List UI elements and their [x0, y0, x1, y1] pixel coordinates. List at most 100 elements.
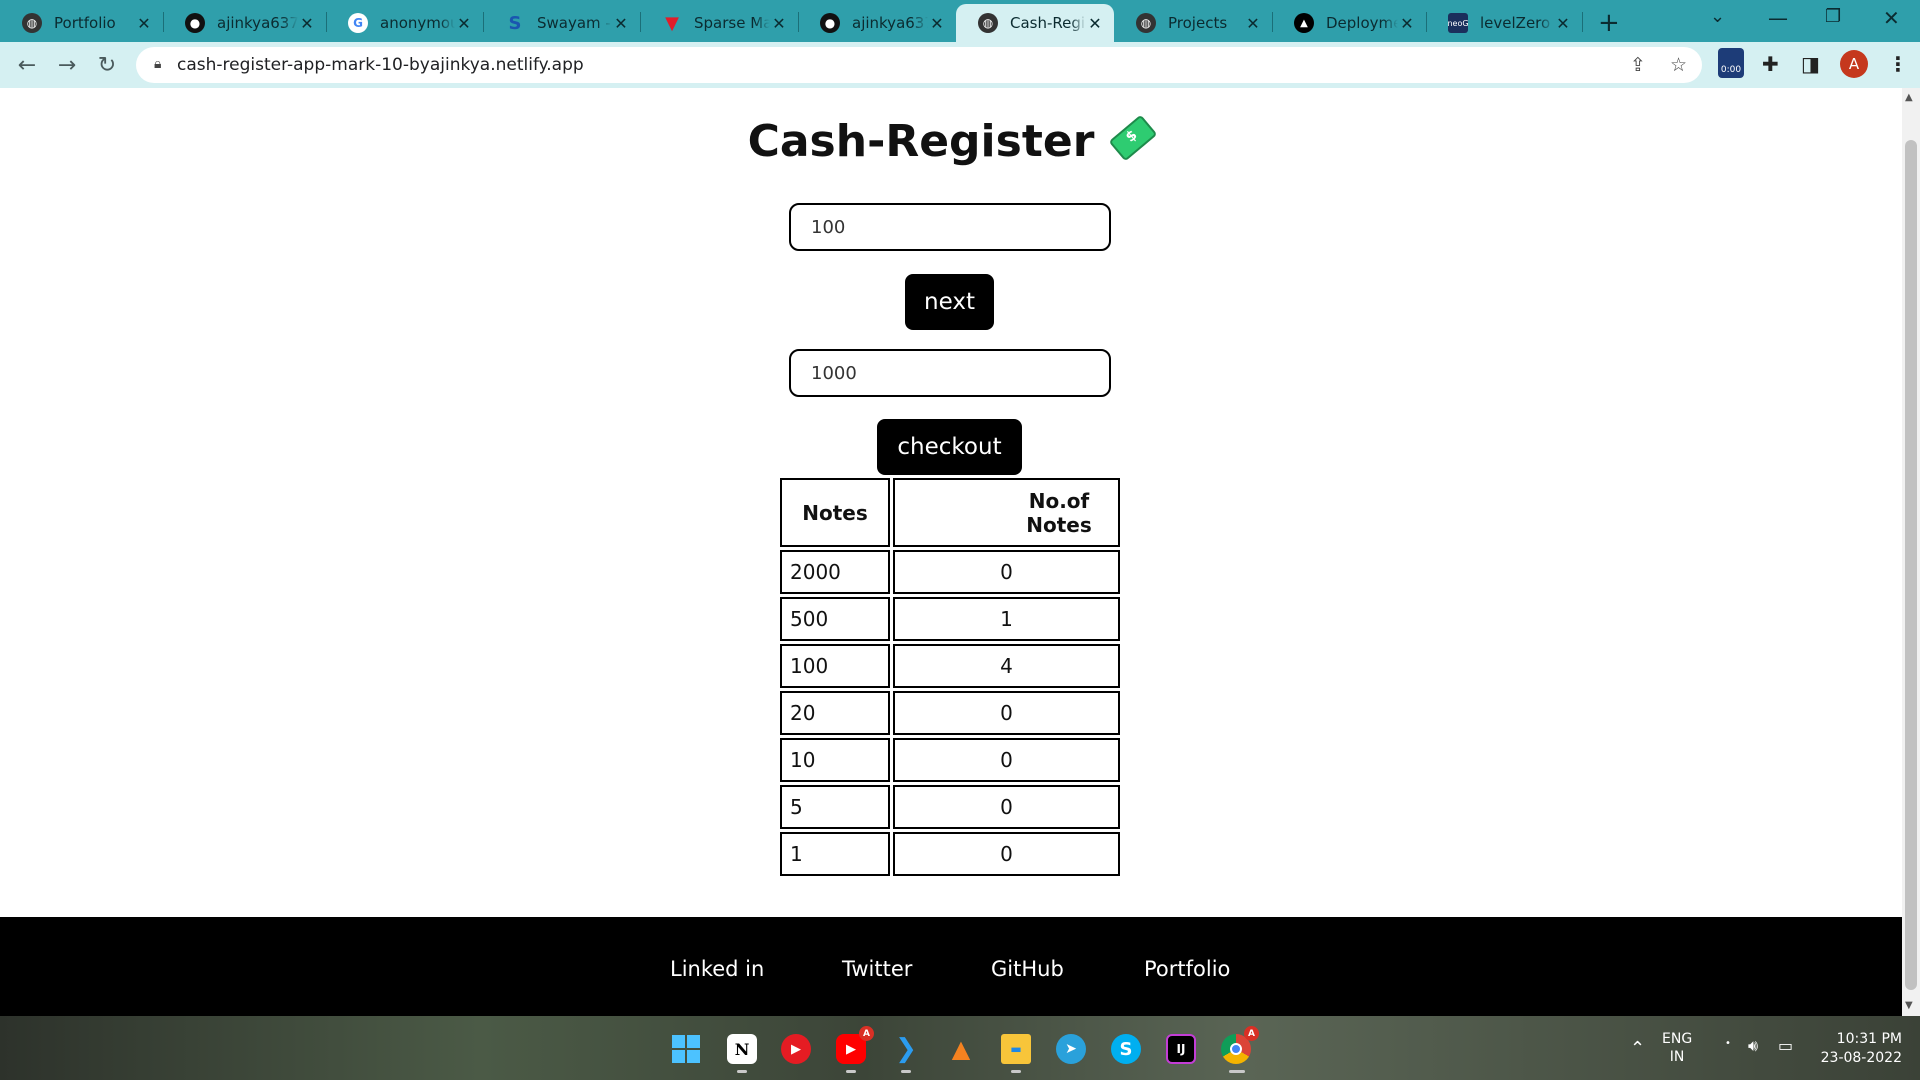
globe-icon: ◍ — [22, 13, 42, 33]
start-tile — [672, 1035, 685, 1048]
tab-google[interactable]: G anonymous ✕ — [326, 4, 483, 42]
tab-cash-register[interactable]: ◍ Cash-Regist ✕ — [956, 4, 1114, 42]
bookmark-star-icon[interactable]: ☆ — [1670, 54, 1687, 76]
bill-amount-input[interactable] — [789, 203, 1111, 251]
tab-github-1[interactable]: ● ajinkya6373 ✕ — [163, 4, 326, 42]
restore-icon[interactable]: ❐ — [1825, 6, 1841, 27]
lock-icon: 🔒︎ — [154, 56, 162, 72]
active-indicator — [1229, 1070, 1245, 1073]
tab-title: anonymous — [380, 14, 455, 32]
close-window-icon[interactable]: ✕ — [1883, 6, 1900, 30]
tab-github-2[interactable]: ● ajinkya6373 ✕ — [798, 4, 956, 42]
cash-given-input[interactable] — [789, 349, 1111, 397]
note-count: 0 — [893, 832, 1120, 876]
close-icon[interactable]: ✕ — [1554, 14, 1572, 33]
extensions-puzzle-icon[interactable]: ✚ — [1762, 52, 1779, 76]
tab-search-chevron-icon[interactable]: ⌄ — [1710, 6, 1725, 27]
windows-start-icon[interactable] — [671, 1034, 701, 1064]
back-arrow-icon[interactable]: ← — [12, 50, 42, 80]
tab-sparse[interactable]: ▼ Sparse Mat ✕ — [640, 4, 798, 42]
share-icon[interactable]: ⇪ — [1630, 54, 1646, 76]
start-tile — [687, 1035, 700, 1048]
footer-link-linkedin[interactable]: Linked in — [670, 957, 764, 981]
tab-portfolio[interactable]: ◍ Portfolio ✕ — [0, 4, 163, 42]
address-bar[interactable]: 🔒︎ cash-register-app-mark-10-byajinkya.n… — [136, 47, 1702, 83]
tab-title: ajinkya6373 — [852, 14, 928, 32]
note-count: 0 — [893, 738, 1120, 782]
tab-title: Projects — [1168, 14, 1228, 32]
note-value: 10 — [780, 738, 890, 782]
table-row: 500 1 — [780, 597, 1120, 641]
header-no-of-notes-text: No.of Notes — [1026, 488, 1092, 537]
volume-icon[interactable]: 🔊︎ — [1748, 1036, 1758, 1056]
tab-strip: ◍ Portfolio ✕ ● ajinkya6373 ✕ G anonymou… — [0, 0, 1920, 42]
reload-icon[interactable]: ↻ — [92, 50, 122, 80]
footer-link-twitter[interactable]: Twitter — [842, 957, 912, 981]
tab-title: Deploymen — [1326, 14, 1398, 32]
footer-link-github[interactable]: GitHub — [991, 957, 1064, 981]
telegram-icon[interactable]: ➤ — [1056, 1034, 1086, 1064]
checkout-button[interactable]: checkout — [877, 419, 1022, 475]
battery-icon[interactable]: ▭ — [1778, 1036, 1793, 1055]
network-icon[interactable]: • — [1725, 1038, 1731, 1049]
timer-extension-icon[interactable]: 0:00 — [1718, 48, 1744, 78]
table-row: 20 0 — [780, 691, 1120, 735]
close-icon[interactable]: ✕ — [612, 14, 630, 33]
tab-levelzero[interactable]: neoG levelZero | ✕ — [1426, 4, 1582, 42]
running-indicator — [1011, 1070, 1021, 1073]
side-panel-icon[interactable]: ◨ — [1801, 52, 1820, 76]
notion-icon[interactable]: N — [727, 1034, 757, 1064]
tab-title: Portfolio — [54, 14, 116, 32]
footer-link-portfolio[interactable]: Portfolio — [1144, 957, 1230, 981]
close-icon[interactable]: ✕ — [1086, 14, 1104, 33]
tray-chevron-up-icon[interactable]: ⌃ — [1630, 1038, 1645, 1059]
start-tile — [672, 1050, 685, 1063]
note-value: 100 — [780, 644, 890, 688]
vscode-icon[interactable]: ❯ — [891, 1034, 921, 1064]
tab-deployment[interactable]: ▲ Deploymen ✕ — [1272, 4, 1426, 42]
minimize-icon[interactable]: — — [1768, 6, 1788, 30]
table-header-row: Notes No.of Notes — [780, 478, 1120, 547]
next-button[interactable]: next — [905, 274, 994, 330]
close-icon[interactable]: ✕ — [1244, 14, 1262, 33]
file-explorer-icon[interactable]: ▬ — [1001, 1034, 1031, 1064]
note-count: 0 — [893, 691, 1120, 735]
new-tab-icon[interactable]: + — [1598, 8, 1620, 38]
extension-badge: 0:00 — [1720, 65, 1742, 75]
running-indicator — [901, 1070, 911, 1073]
running-indicator — [737, 1070, 747, 1073]
scroll-down-arrow-icon[interactable]: ▼ — [1905, 1000, 1913, 1011]
clock[interactable]: 10:31 PM 23-08-2022 — [1810, 1030, 1902, 1068]
close-icon[interactable]: ✕ — [1398, 14, 1416, 33]
header-notes: Notes — [780, 478, 890, 547]
tab-title: Swayam - N — [537, 14, 612, 32]
page-scrollbar[interactable]: ▲ ▼ — [1902, 88, 1920, 1016]
close-icon[interactable]: ✕ — [770, 14, 788, 33]
table-row: 10 — [780, 832, 1120, 876]
scrollbar-thumb[interactable] — [1905, 140, 1917, 990]
menu-kebab-icon[interactable]: ⋮ — [1888, 52, 1908, 76]
intellij-icon[interactable]: IJ — [1166, 1034, 1196, 1064]
vite-icon: ▼ — [665, 12, 679, 34]
close-icon[interactable]: ✕ — [298, 14, 316, 33]
tab-swayam[interactable]: S Swayam - N ✕ — [483, 4, 640, 42]
media-player-icon[interactable]: ▶ — [781, 1034, 811, 1064]
profile-avatar[interactable]: A — [1840, 50, 1868, 78]
youtube-icon[interactable]: ▶ A — [836, 1026, 874, 1064]
region-code: IN — [1669, 1049, 1685, 1065]
language-indicator[interactable]: ENG IN — [1662, 1030, 1692, 1066]
browser-toolbar: ← → ↻ 🔒︎ cash-register-app-mark-10-byaji… — [0, 42, 1920, 88]
url-text[interactable]: cash-register-app-mark-10-byajinkya.netl… — [177, 55, 584, 75]
scroll-up-arrow-icon[interactable]: ▲ — [1905, 92, 1913, 103]
close-icon[interactable]: ✕ — [928, 14, 946, 33]
close-icon[interactable]: ✕ — [135, 14, 153, 33]
note-value: 20 — [780, 691, 890, 735]
table-row: 50 — [780, 785, 1120, 829]
skype-icon[interactable]: S — [1111, 1034, 1141, 1064]
tab-projects[interactable]: ◍ Projects ✕ — [1114, 4, 1272, 42]
forward-arrow-icon[interactable]: → — [52, 50, 82, 80]
change-table: Notes No.of Notes 2000 0 500 1 100 4 20 0 10… — [777, 475, 1123, 879]
close-icon[interactable]: ✕ — [455, 14, 473, 33]
vlc-icon[interactable]: ▲ — [946, 1034, 976, 1064]
chrome-icon[interactable]: A — [1221, 1026, 1259, 1064]
